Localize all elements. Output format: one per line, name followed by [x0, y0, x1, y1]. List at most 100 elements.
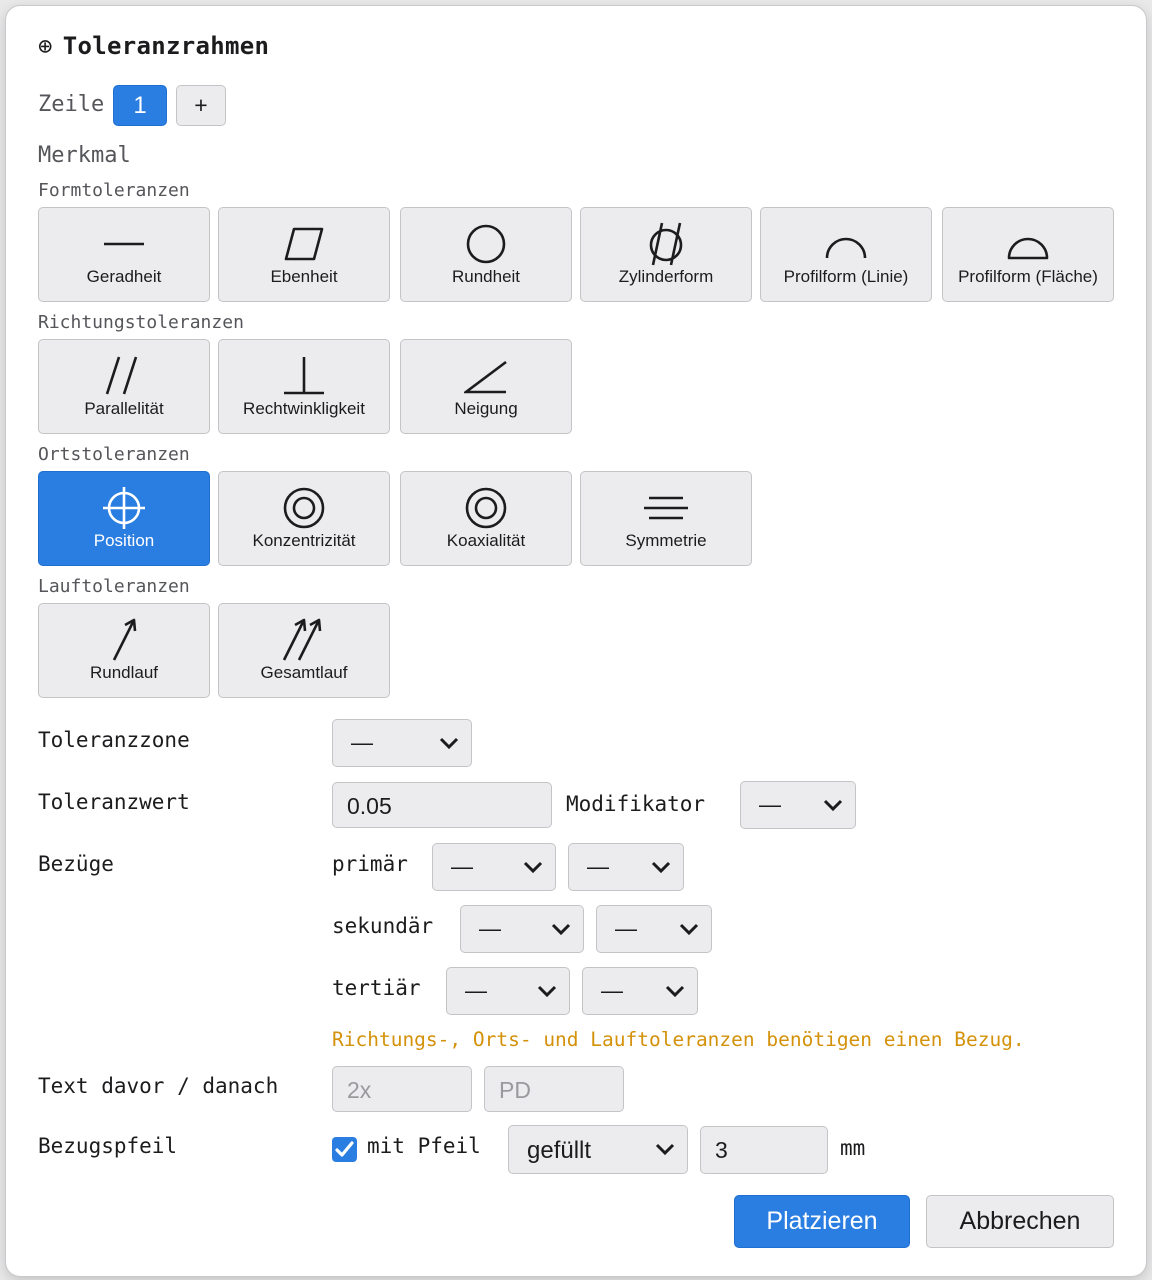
position-title-icon: ⊕: [38, 32, 53, 60]
chevron-down-icon: [655, 1143, 675, 1156]
tertiaer-modifier-select[interactable]: —: [582, 967, 698, 1015]
text-after-input[interactable]: PD: [484, 1066, 624, 1112]
zeile-label: Zeile: [38, 92, 105, 117]
feature-geradheit-button[interactable]: Geradheit: [38, 207, 210, 302]
feature-zylinderform-button[interactable]: Zylinderform: [580, 207, 752, 302]
feature-parallelitaet-button[interactable]: Parallelität: [38, 339, 210, 434]
add-row-button[interactable]: +: [176, 85, 226, 126]
feature-label: Gesamtlauf: [260, 663, 348, 682]
toleranzzone-select[interactable]: —: [332, 719, 472, 767]
angularity-icon: [464, 360, 507, 394]
select-value: gefüllt: [527, 1137, 592, 1164]
feature-koaxialitaet-button[interactable]: Koaxialität: [400, 471, 572, 566]
feature-rundheit-button[interactable]: Rundheit: [400, 207, 572, 302]
position-icon: [103, 487, 145, 529]
modifikator-select[interactable]: —: [740, 781, 856, 829]
feature-label: Neigung: [454, 399, 518, 418]
bezuege-label: Bezüge: [38, 852, 114, 876]
perpendicularity-icon: [284, 357, 324, 395]
tertiaer-label: tertiär: [332, 976, 421, 1000]
flatness-icon: [284, 227, 324, 261]
primaer-label: primär: [332, 852, 408, 876]
total-runout-icon: [282, 618, 322, 661]
feature-profilform-linie-button[interactable]: Profilform (Linie): [760, 207, 932, 302]
select-value: —: [465, 978, 487, 1003]
chevron-down-icon: [439, 737, 459, 750]
merkmal-label: Merkmal: [38, 143, 131, 168]
sekundaer-label: sekundär: [332, 914, 434, 938]
arrow-size-unit: mm: [840, 1136, 866, 1160]
parallelism-icon: [105, 356, 138, 395]
surface-profile-icon: [1007, 237, 1049, 260]
dialog-title-text: Toleranzrahmen: [62, 32, 270, 60]
chevron-down-icon: [665, 985, 685, 998]
chevron-down-icon: [651, 861, 671, 874]
feature-label: Symmetrie: [625, 531, 707, 550]
group-label-lauf: Lauftoleranzen: [38, 576, 190, 597]
primaer-modifier-select[interactable]: —: [568, 843, 684, 891]
cylindricity-icon: [649, 222, 683, 266]
circularity-icon: [466, 224, 506, 264]
group-label-form: Formtoleranzen: [38, 180, 190, 201]
primaer-datum-select[interactable]: —: [432, 843, 556, 891]
chevron-down-icon: [523, 861, 543, 874]
feature-konzentrizitaet-button[interactable]: Konzentrizität: [218, 471, 390, 566]
feature-label: Profilform (Fläche): [958, 267, 1098, 286]
chevron-down-icon: [823, 799, 843, 812]
feature-label: Konzentrizität: [252, 531, 356, 550]
select-value: —: [479, 916, 501, 941]
select-value: —: [601, 978, 623, 1003]
feature-neigung-button[interactable]: Neigung: [400, 339, 572, 434]
feature-label: Position: [93, 531, 155, 550]
select-value: —: [451, 854, 473, 879]
select-value: —: [587, 854, 609, 879]
feature-ebenheit-button[interactable]: Ebenheit: [218, 207, 390, 302]
datum-warning: Richtungs-, Orts- und Lauftoleranzen ben…: [332, 1028, 1025, 1051]
feature-profilform-flaeche-button[interactable]: Profilform (Fläche): [942, 207, 1114, 302]
feature-rundlauf-button[interactable]: Rundlauf: [38, 603, 210, 698]
toleranzzone-label: Toleranzzone: [38, 728, 190, 752]
chevron-down-icon: [679, 923, 699, 936]
line-profile-icon: [825, 237, 867, 259]
feature-label: Rundheit: [451, 267, 521, 286]
select-value: —: [615, 916, 637, 941]
checkmark-icon: [335, 1141, 354, 1157]
chevron-down-icon: [551, 923, 571, 936]
feature-label: Rechtwinkligkeit: [243, 399, 365, 418]
feature-label: Profilform (Linie): [783, 267, 909, 286]
feature-label: Geradheit: [86, 267, 162, 286]
chevron-down-icon: [537, 985, 557, 998]
dialog-title: ⊕ Toleranzrahmen: [38, 32, 269, 60]
arrow-style-select[interactable]: gefüllt: [508, 1125, 688, 1174]
mit-pfeil-label[interactable]: mit Pfeil: [367, 1134, 481, 1158]
row-1-button[interactable]: 1: [113, 85, 167, 126]
sekundaer-modifier-select[interactable]: —: [596, 905, 712, 953]
bezugspfeil-label: Bezugspfeil: [38, 1134, 178, 1158]
toleranzwert-label: Toleranzwert: [38, 790, 190, 814]
text-davor-danach-label: Text davor / danach: [38, 1074, 279, 1098]
group-label-richtung: Richtungstoleranzen: [38, 312, 244, 333]
circular-runout-icon: [112, 618, 137, 661]
arrow-size-input[interactable]: 3: [700, 1126, 828, 1174]
tertiaer-datum-select[interactable]: —: [446, 967, 570, 1015]
toleranzwert-input[interactable]: 0.05: [332, 782, 552, 828]
group-label-ort: Ortstoleranzen: [38, 444, 190, 465]
feature-position-button[interactable]: Position: [38, 471, 210, 566]
feature-label: Rundlauf: [89, 663, 159, 682]
place-button[interactable]: Platzieren: [734, 1195, 910, 1248]
concentricity-icon: [283, 487, 325, 529]
select-value: —: [351, 730, 373, 755]
modifikator-label: Modifikator: [566, 792, 706, 816]
feature-label: Koaxialität: [446, 531, 526, 550]
straightness-icon: [104, 242, 144, 246]
feature-symmetrie-button[interactable]: Symmetrie: [580, 471, 752, 566]
tolerance-frame-dialog: ⊕ Toleranzrahmen Zeile 1 + Merkmal Formto…: [6, 6, 1146, 1276]
sekundaer-datum-select[interactable]: —: [460, 905, 584, 953]
text-before-input[interactable]: 2x: [332, 1066, 472, 1112]
select-value: —: [759, 792, 781, 817]
cancel-button[interactable]: Abbrechen: [926, 1195, 1114, 1248]
feature-label: Parallelität: [84, 399, 164, 418]
feature-rechtwinkligkeit-button[interactable]: Rechtwinkligkeit: [218, 339, 390, 434]
feature-gesamtlauf-button[interactable]: Gesamtlauf: [218, 603, 390, 698]
mit-pfeil-checkbox[interactable]: [332, 1137, 357, 1162]
